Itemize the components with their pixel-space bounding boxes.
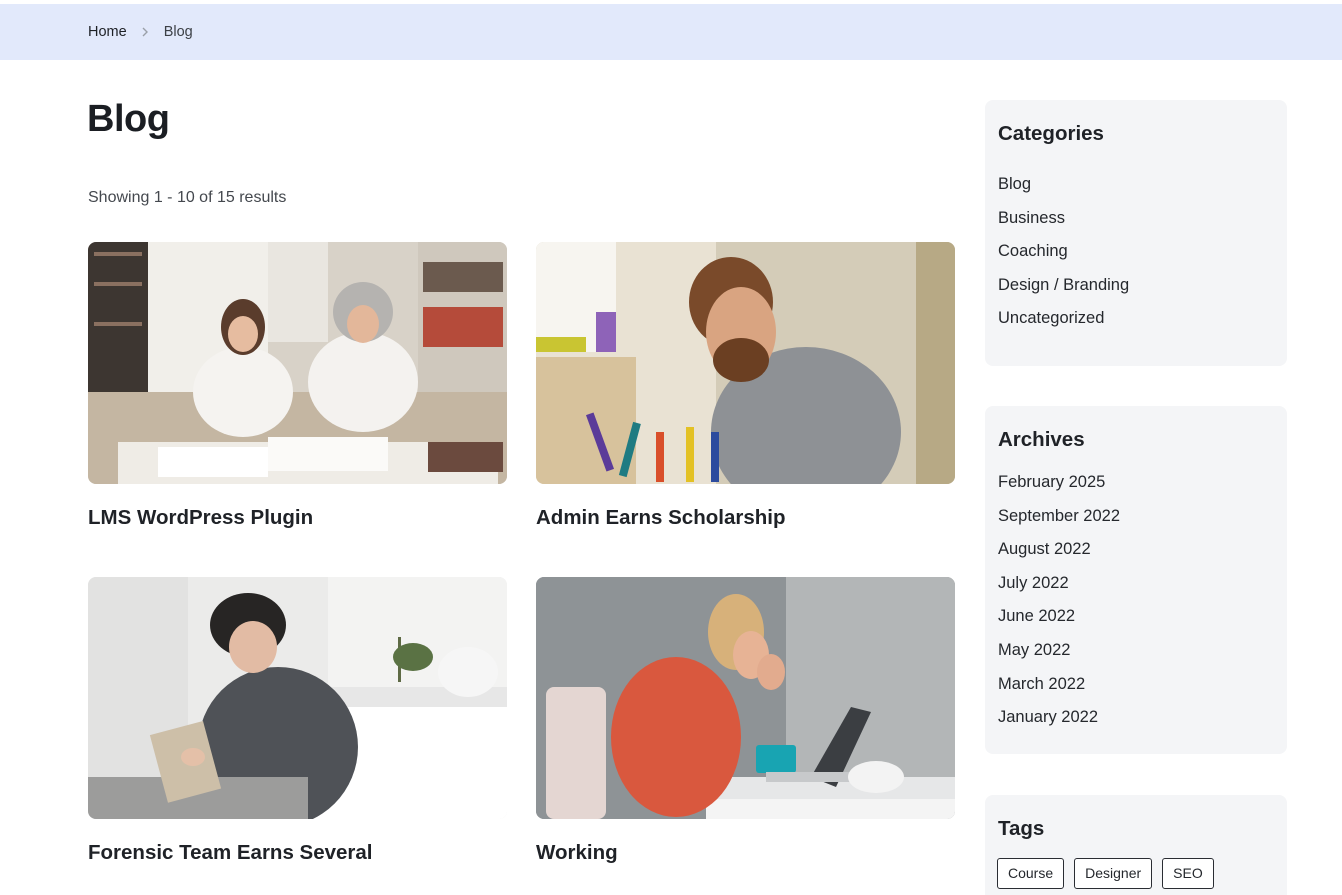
breadcrumb-bar: Home Blog: [0, 4, 1342, 60]
category-link[interactable]: Coaching: [998, 242, 1068, 260]
post-card: Working: [536, 577, 955, 865]
breadcrumb-home-link[interactable]: Home: [88, 24, 127, 40]
post-title[interactable]: Admin Earns Scholarship: [536, 506, 955, 530]
list-item: January 2022: [998, 707, 1120, 741]
archive-link[interactable]: July 2022: [998, 574, 1069, 592]
category-link[interactable]: Blog: [998, 175, 1031, 193]
post-title[interactable]: Forensic Team Earns Several: [88, 841, 507, 865]
archives-list: February 2025 September 2022 August 2022…: [998, 472, 1120, 741]
post-card: LMS WordPress Plugin: [88, 242, 507, 530]
list-item: Design / Branding: [998, 275, 1129, 309]
chevron-right-icon: [127, 27, 164, 37]
tag-course[interactable]: Course: [997, 858, 1065, 889]
categories-list: Blog Business Coaching Design / Branding…: [998, 174, 1129, 342]
post-thumbnail[interactable]: [536, 577, 955, 819]
categories-title: Categories: [998, 122, 1104, 145]
list-item: May 2022: [998, 640, 1120, 674]
post-image-notebook: [88, 577, 507, 819]
post-title[interactable]: Working: [536, 841, 955, 865]
post-card: Admin Earns Scholarship: [536, 242, 955, 530]
archive-link[interactable]: January 2022: [998, 708, 1098, 726]
post-thumbnail[interactable]: [88, 577, 507, 819]
breadcrumb-current: Blog: [163, 24, 193, 40]
archive-link[interactable]: August 2022: [998, 540, 1091, 558]
tag-cloud: Course Designer SEO: [997, 858, 1214, 889]
post-thumbnail[interactable]: [88, 242, 507, 484]
category-link[interactable]: Design / Branding: [998, 276, 1129, 294]
post-card: Forensic Team Earns Several: [88, 577, 507, 865]
post-image-student: [536, 242, 955, 484]
list-item: Business: [998, 208, 1129, 242]
tag-designer[interactable]: Designer: [1074, 858, 1153, 889]
list-item: August 2022: [998, 539, 1120, 573]
categories-widget: Categories Blog Business Coaching Design…: [985, 100, 1287, 366]
list-item: Coaching: [998, 241, 1129, 275]
post-title[interactable]: LMS WordPress Plugin: [88, 506, 507, 530]
archive-link[interactable]: February 2025: [998, 473, 1105, 491]
tags-widget: Tags Course Designer SEO: [985, 795, 1287, 895]
post-image-tutoring: [88, 242, 507, 484]
post-thumbnail[interactable]: [536, 242, 955, 484]
archives-widget: Archives February 2025 September 2022 Au…: [985, 406, 1287, 754]
breadcrumb: Home Blog: [88, 4, 193, 60]
list-item: July 2022: [998, 573, 1120, 607]
post-image-stressed: [536, 577, 955, 819]
list-item: Blog: [998, 174, 1129, 208]
list-item: March 2022: [998, 674, 1120, 708]
list-item: February 2025: [998, 472, 1120, 506]
category-link[interactable]: Business: [998, 209, 1065, 227]
list-item: September 2022: [998, 506, 1120, 540]
category-link[interactable]: Uncategorized: [998, 309, 1104, 327]
list-item: June 2022: [998, 606, 1120, 640]
tags-title: Tags: [998, 817, 1045, 840]
archive-link[interactable]: May 2022: [998, 641, 1070, 659]
blog-page: Home Blog Blog Showing 1 - 10 of 15 resu…: [0, 0, 1342, 895]
tag-seo[interactable]: SEO: [1162, 858, 1214, 889]
archive-link[interactable]: March 2022: [998, 675, 1085, 693]
archives-title: Archives: [998, 428, 1085, 451]
archive-link[interactable]: June 2022: [998, 607, 1075, 625]
page-title: Blog: [87, 98, 170, 140]
archive-link[interactable]: September 2022: [998, 507, 1120, 525]
results-count: Showing 1 - 10 of 15 results: [88, 189, 287, 206]
list-item: Uncategorized: [998, 308, 1129, 342]
